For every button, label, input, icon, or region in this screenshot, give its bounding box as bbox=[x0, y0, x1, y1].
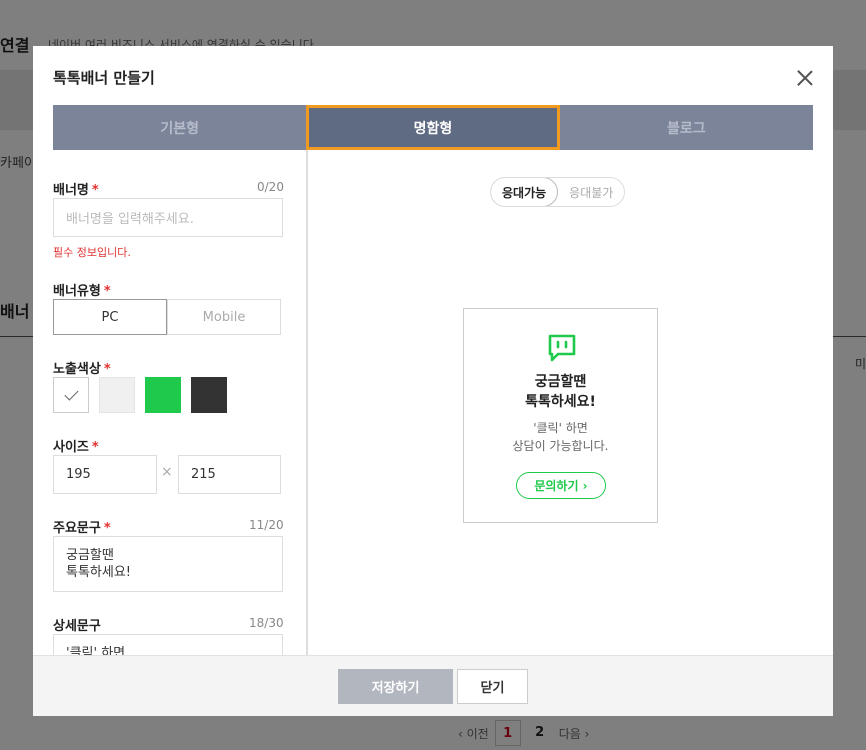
banner-name-label: 배너명 * bbox=[53, 183, 99, 198]
save-button[interactable]: 저장하기 bbox=[338, 669, 453, 704]
detail-text-label: 상세문구 bbox=[53, 619, 101, 634]
banner-type-selector: PC Mobile bbox=[53, 299, 281, 335]
banner-type-pc[interactable]: PC bbox=[53, 299, 167, 335]
banner-name-input[interactable]: 배너명을 입력해주세요. bbox=[53, 198, 283, 237]
color-swatch-green[interactable] bbox=[145, 377, 181, 413]
tab-basic[interactable]: 기본형 bbox=[53, 105, 306, 150]
main-text-count: 11/20 bbox=[249, 518, 284, 532]
talktalk-icon bbox=[548, 334, 576, 362]
tab-card[interactable]: 명함형 bbox=[306, 105, 560, 150]
close-icon[interactable] bbox=[793, 66, 817, 90]
banner-type-tabs: 기본형 명함형 블로그 bbox=[53, 105, 813, 150]
toggle-unavailable[interactable]: 응대불가 bbox=[558, 178, 624, 206]
size-width-input[interactable]: 195 bbox=[53, 455, 157, 494]
display-color-label: 노출색상 * bbox=[53, 362, 111, 377]
settings-panel: 배너명 * 0/20 배너명을 입력해주세요. 필수 정보입니다. 배너유형 * P… bbox=[53, 150, 307, 655]
talk-banner-modal: 톡톡배너 만들기 기본형 명함형 블로그 배너명 * 0/20 배너명을 입력해주… bbox=[33, 46, 833, 716]
banner-type-label: 배너유형 * bbox=[53, 284, 111, 299]
times-icon: × bbox=[161, 464, 173, 480]
detail-text-count: 18/30 bbox=[249, 616, 284, 630]
banner-name-count: 0/20 bbox=[257, 180, 284, 194]
banner-main-text: 궁금할땐 톡톡하세요! bbox=[525, 374, 596, 410]
main-text-textarea[interactable]: 궁금할땐 톡톡하세요! bbox=[53, 536, 283, 592]
preview-panel: 응대가능 응대불가 궁금할땐 톡톡하세요! '클릭' 하면 상담이 가능합니다.… bbox=[307, 150, 813, 655]
required-mark: * bbox=[91, 183, 99, 198]
size-height-input[interactable]: 215 bbox=[178, 455, 281, 494]
detail-text-textarea[interactable]: '클릭' 하면 상담이 가능합니다. bbox=[53, 634, 283, 655]
size-label: 사이즈 * bbox=[53, 440, 99, 455]
modal-title: 톡톡배너 만들기 bbox=[53, 69, 155, 87]
banner-detail-text: '클릭' 하면 상담이 가능합니다. bbox=[512, 421, 609, 453]
close-button[interactable]: 닫기 bbox=[457, 669, 528, 704]
banner-type-mobile[interactable]: Mobile bbox=[167, 299, 281, 335]
check-icon bbox=[63, 385, 79, 401]
color-swatch-lightgray[interactable] bbox=[99, 377, 135, 413]
main-text-label: 주요문구 * bbox=[53, 521, 111, 536]
modal-footer: 저장하기 닫기 bbox=[33, 655, 833, 716]
tab-blog[interactable]: 블로그 bbox=[560, 105, 813, 150]
inquiry-button[interactable]: 문의하기 › bbox=[516, 472, 606, 499]
toggle-available[interactable]: 응대가능 bbox=[491, 178, 559, 206]
color-swatch-dark[interactable] bbox=[191, 377, 227, 413]
banner-name-error: 필수 정보입니다. bbox=[53, 246, 131, 259]
banner-preview: 궁금할땐 톡톡하세요! '클릭' 하면 상담이 가능합니다. 문의하기 › bbox=[463, 308, 658, 523]
color-swatch-white[interactable] bbox=[53, 377, 89, 413]
availability-toggle: 응대가능 응대불가 bbox=[490, 177, 626, 207]
